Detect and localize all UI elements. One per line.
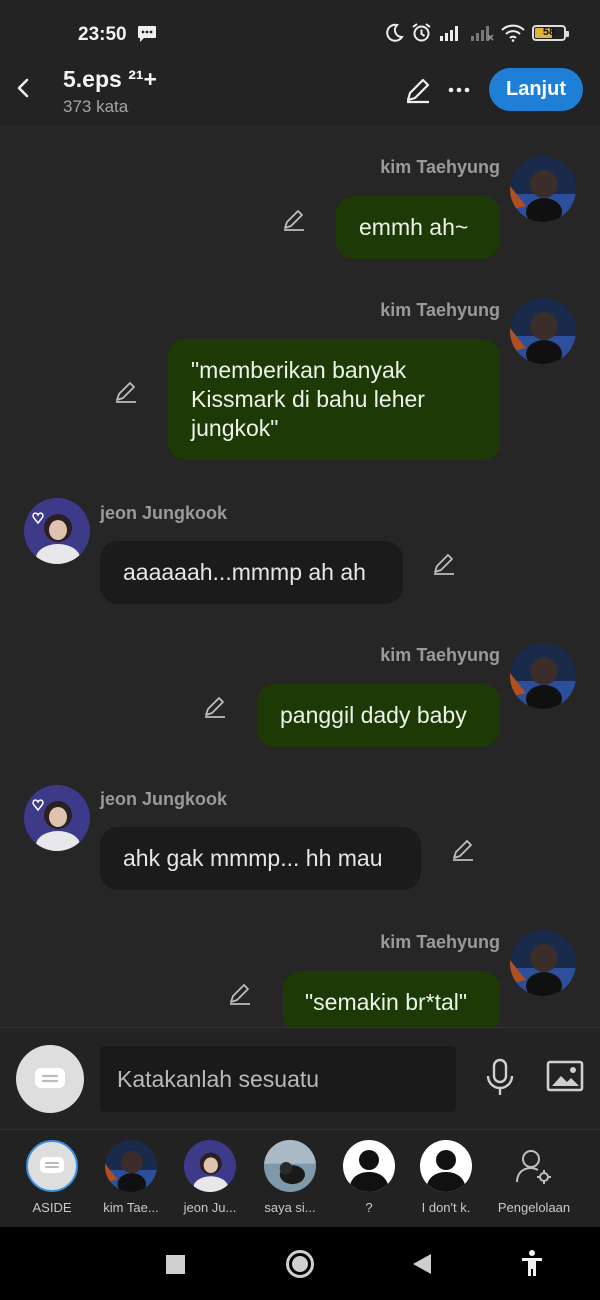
pencil-icon bbox=[205, 697, 225, 718]
square-icon bbox=[166, 1255, 185, 1274]
pencil-icon bbox=[284, 210, 304, 231]
continue-button[interactable]: Lanjut bbox=[489, 68, 583, 111]
accessibility-button[interactable] bbox=[521, 1249, 543, 1277]
character-label: I don't k. bbox=[421, 1200, 471, 1215]
composer-bar: Katakanlah sesuatu bbox=[0, 1027, 600, 1130]
battery-level: 58 bbox=[542, 25, 556, 38]
avatar-jeon-jungkook[interactable] bbox=[24, 498, 90, 564]
back-triangle-icon bbox=[413, 1254, 431, 1274]
sender-name: jeon Jungkook bbox=[100, 789, 228, 809]
pencil-icon bbox=[434, 554, 454, 575]
character-jeon-jungkook[interactable]: jeon Ju... bbox=[170, 1140, 250, 1215]
avatar bbox=[420, 1140, 472, 1192]
sender-name: kim Taehyung bbox=[380, 157, 500, 177]
edit-message-button[interactable] bbox=[432, 552, 456, 576]
wifi-icon bbox=[501, 24, 525, 42]
edit-message-button[interactable] bbox=[114, 380, 138, 404]
message-bubble[interactable]: ahk gak mmmp... hh mau bbox=[100, 827, 421, 890]
character-label: ASIDE bbox=[32, 1200, 72, 1215]
signal-icon bbox=[439, 24, 463, 42]
edit-message-button[interactable] bbox=[203, 695, 227, 719]
character-label: saya si... bbox=[264, 1200, 316, 1215]
avatar bbox=[343, 1140, 395, 1192]
avatar-kim-taehyung[interactable] bbox=[510, 643, 576, 709]
avatar-kim-taehyung[interactable] bbox=[510, 930, 576, 996]
message-input-placeholder: Katakanlah sesuatu bbox=[117, 1066, 320, 1092]
battery-icon: 58 bbox=[532, 24, 569, 41]
avatar-kim-taehyung[interactable] bbox=[510, 156, 576, 222]
app-header: 5.eps ²¹+ 373 kata Lanjut bbox=[0, 64, 600, 126]
more-button[interactable] bbox=[446, 78, 472, 102]
message-bubble[interactable]: aaaaaah...mmmp ah ah bbox=[100, 541, 403, 604]
avatar-kim-taehyung[interactable] bbox=[510, 298, 576, 364]
user-settings-icon bbox=[508, 1140, 560, 1192]
aside-icon bbox=[26, 1140, 78, 1192]
back-button[interactable] bbox=[12, 76, 36, 100]
sender-name: jeon Jungkook bbox=[100, 503, 228, 523]
message-bubble[interactable]: panggil dady baby bbox=[257, 684, 500, 747]
status-time: 23:50 bbox=[78, 24, 127, 45]
pencil-icon bbox=[453, 840, 473, 861]
image-button[interactable] bbox=[546, 1059, 584, 1093]
moon-icon bbox=[384, 23, 404, 43]
sender-name: kim Taehyung bbox=[380, 932, 500, 952]
avatar bbox=[184, 1140, 236, 1192]
message-notification-icon bbox=[137, 25, 157, 43]
sender-name: kim Taehyung bbox=[380, 645, 500, 665]
message-bubble[interactable]: emmh ah~ bbox=[336, 196, 500, 259]
edit-button[interactable] bbox=[404, 76, 432, 104]
pencil-icon bbox=[230, 984, 250, 1005]
status-bar: 23:50 58 bbox=[0, 0, 600, 64]
character-management-button[interactable]: Pengelolaan bbox=[490, 1140, 578, 1215]
character-label: ? bbox=[365, 1200, 373, 1215]
system-nav-bar bbox=[0, 1227, 600, 1300]
chat-area[interactable]: kim Taehyung emmh ah~ kim Taehyung "memb… bbox=[0, 126, 600, 1027]
character-label: kim Tae... bbox=[103, 1200, 159, 1215]
message-bubble[interactable]: "semakin br*tal" bbox=[283, 971, 500, 1027]
image-icon bbox=[546, 1060, 584, 1092]
microphone-button[interactable] bbox=[484, 1058, 516, 1098]
character-unknown[interactable]: ? bbox=[329, 1140, 409, 1215]
chat-bubble-icon bbox=[35, 1068, 65, 1088]
message-bubble[interactable]: "memberikan banyak Kissmark di bahu lehe… bbox=[168, 339, 500, 460]
word-count: 373 kata bbox=[63, 97, 129, 116]
avatar-jeon-jungkook[interactable] bbox=[24, 785, 90, 851]
recent-apps-button[interactable] bbox=[166, 1255, 185, 1274]
signal-weak-icon bbox=[470, 24, 494, 42]
character-saya[interactable]: saya si... bbox=[250, 1140, 330, 1215]
avatar bbox=[105, 1140, 157, 1192]
edit-message-button[interactable] bbox=[228, 982, 252, 1006]
alarm-icon bbox=[411, 22, 432, 43]
pencil-icon bbox=[116, 382, 136, 403]
message-input[interactable]: Katakanlah sesuatu bbox=[100, 1046, 456, 1112]
chevron-left-icon bbox=[17, 78, 29, 98]
microphone-icon bbox=[486, 1058, 514, 1095]
more-dots-icon bbox=[448, 87, 470, 93]
home-circle-icon bbox=[286, 1250, 314, 1278]
sender-name: kim Taehyung bbox=[380, 300, 500, 320]
home-button[interactable] bbox=[285, 1249, 315, 1279]
pencil-icon bbox=[406, 78, 430, 104]
character-kim-taehyung[interactable]: kim Tae... bbox=[91, 1140, 171, 1215]
edit-message-button[interactable] bbox=[451, 838, 475, 862]
avatar bbox=[264, 1140, 316, 1192]
aside-toggle-button[interactable] bbox=[16, 1045, 84, 1113]
page-title: 5.eps ²¹+ bbox=[63, 66, 157, 92]
character-bar: ASIDE kim Tae... jeon Ju... saya si... ?… bbox=[0, 1129, 600, 1228]
edit-message-button[interactable] bbox=[282, 208, 306, 232]
character-i-dont-know[interactable]: I don't k. bbox=[406, 1140, 486, 1215]
character-label: Pengelolaan bbox=[497, 1200, 571, 1215]
accessibility-icon bbox=[522, 1250, 542, 1276]
back-nav-button[interactable] bbox=[412, 1253, 432, 1275]
character-label: jeon Ju... bbox=[183, 1200, 237, 1215]
character-aside[interactable]: ASIDE bbox=[12, 1140, 92, 1215]
